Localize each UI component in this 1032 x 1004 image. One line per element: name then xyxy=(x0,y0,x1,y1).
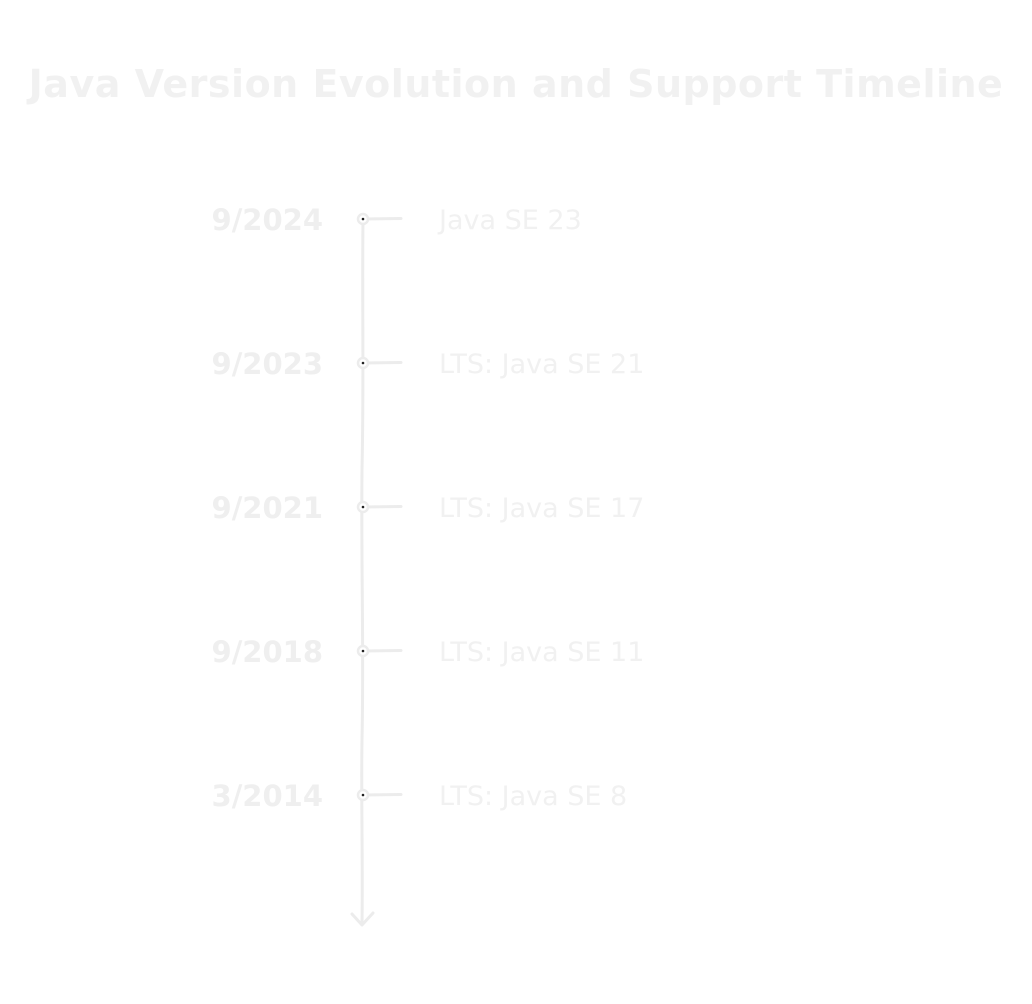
timeline-axis xyxy=(360,217,365,926)
event-label: LTS: Java SE 17 xyxy=(439,493,644,524)
timeline-event: 9/2021 LTS: Java SE 17 xyxy=(212,491,645,525)
event-node-center xyxy=(361,505,365,509)
events-layer: 9/2024 Java SE 239/2023 LTS: Java SE 219/2… xyxy=(212,203,645,813)
event-date: 9/2018 xyxy=(212,635,323,669)
event-date: 3/2014 xyxy=(212,779,323,813)
timeline-event: 9/2023 LTS: Java SE 21 xyxy=(212,347,645,381)
event-node-center xyxy=(361,361,365,365)
event-date: 9/2024 xyxy=(212,203,323,237)
timeline-canvas: Java Version Evolution and Support Timel… xyxy=(0,0,1032,1004)
event-node-center xyxy=(361,649,365,653)
event-label: Java SE 23 xyxy=(437,205,582,236)
event-label: LTS: Java SE 11 xyxy=(439,637,644,668)
timeline-event: 9/2024 Java SE 23 xyxy=(212,203,582,237)
timeline-diagram: 9/2024 Java SE 239/2023 LTS: Java SE 219/2… xyxy=(212,203,645,927)
event-date: 9/2023 xyxy=(212,347,323,381)
event-node-center xyxy=(361,793,365,797)
event-label: LTS: Java SE 21 xyxy=(439,349,644,380)
timeline-event: 9/2018 LTS: Java SE 11 xyxy=(212,635,645,669)
timeline-event: 3/2014 LTS: Java SE 8 xyxy=(212,779,628,813)
event-label: LTS: Java SE 8 xyxy=(439,781,627,812)
event-node-center xyxy=(361,217,365,221)
event-date: 9/2021 xyxy=(212,491,323,525)
